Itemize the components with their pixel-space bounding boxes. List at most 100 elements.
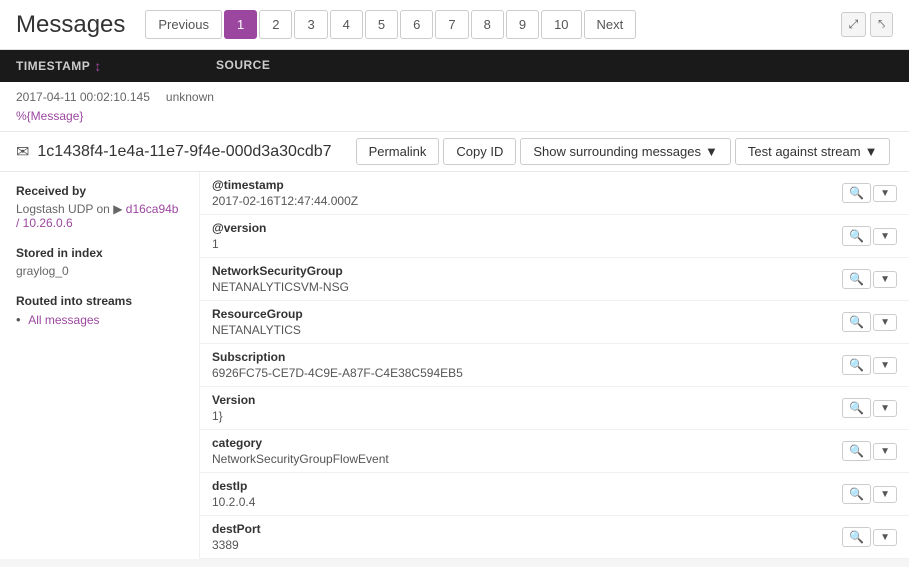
field-dropdown-button[interactable]: ▼ xyxy=(873,314,897,331)
surrounding-label: Show surrounding messages xyxy=(533,144,701,159)
field-actions: 🔍 ▼ xyxy=(842,436,897,466)
field-content: destIp 10.2.0.4 xyxy=(212,479,834,509)
pagination-page-6[interactable]: 6 xyxy=(400,10,433,39)
magnify-icon: 🔍 xyxy=(849,315,864,329)
field-dropdown-button[interactable]: ▼ xyxy=(873,443,897,460)
field-magnify-button[interactable]: 🔍 xyxy=(842,269,871,289)
field-name: destPort xyxy=(212,522,834,536)
field-content: @timestamp 2017-02-16T12:47:44.000Z xyxy=(212,178,834,208)
detail-left: Received by Logstash UDP on ▶ d16ca94b /… xyxy=(0,172,200,559)
message-detail: Received by Logstash UDP on ▶ d16ca94b /… xyxy=(0,172,909,559)
magnify-icon: 🔍 xyxy=(849,401,864,415)
sort-icon[interactable]: ↕ xyxy=(94,58,102,74)
pagination-page-3[interactable]: 3 xyxy=(294,10,327,39)
stored-title: Stored in index xyxy=(16,246,183,260)
field-row: destIp 10.2.0.4 🔍 ▼ xyxy=(200,473,909,516)
field-dropdown-button[interactable]: ▼ xyxy=(873,185,897,202)
chevron-down-icon: ▼ xyxy=(880,274,890,285)
field-value: 3389 xyxy=(212,538,834,552)
chevron-down-icon: ▼ xyxy=(880,489,890,500)
field-row: Subscription 6926FC75-CE7D-4C9E-A87F-C4E… xyxy=(200,344,909,387)
contract-icon[interactable]: ⤣ xyxy=(870,12,893,37)
field-value: 2017-02-16T12:47:44.000Z xyxy=(212,194,834,208)
field-value: 1 xyxy=(212,237,834,251)
expand-icon[interactable]: ⤢ xyxy=(841,12,867,37)
field-value: NetworkSecurityGroupFlowEvent xyxy=(212,452,834,466)
field-content: NetworkSecurityGroup NETANALYTICSVM-NSG xyxy=(212,264,834,294)
stored-section: Stored in index graylog_0 xyxy=(16,246,183,278)
field-row: Version 1} 🔍 ▼ xyxy=(200,387,909,430)
magnify-icon: 🔍 xyxy=(849,358,864,372)
envelope-icon: ✉ xyxy=(16,142,29,162)
field-actions: 🔍 ▼ xyxy=(842,178,897,208)
field-dropdown-button[interactable]: ▼ xyxy=(873,400,897,417)
message-link[interactable]: %{Message} xyxy=(16,109,83,123)
test-stream-chevron-icon: ▼ xyxy=(865,144,878,159)
field-value: 1} xyxy=(212,409,834,423)
field-actions: 🔍 ▼ xyxy=(842,264,897,294)
col-timestamp-header: Timestamp ↕ xyxy=(16,58,216,74)
detail-right: @timestamp 2017-02-16T12:47:44.000Z 🔍 ▼ … xyxy=(200,172,909,559)
field-row: category NetworkSecurityGroupFlowEvent 🔍… xyxy=(200,430,909,473)
magnify-icon: 🔍 xyxy=(849,444,864,458)
stream-item: • All messages xyxy=(16,312,183,327)
pagination-page-5[interactable]: 5 xyxy=(365,10,398,39)
test-stream-label: Test against stream xyxy=(748,144,861,159)
field-magnify-button[interactable]: 🔍 xyxy=(842,441,871,461)
permalink-button[interactable]: Permalink xyxy=(356,138,440,165)
field-name: category xyxy=(212,436,834,450)
field-value: NETANALYTICS xyxy=(212,323,834,337)
pagination-page-4[interactable]: 4 xyxy=(330,10,363,39)
magnify-icon: 🔍 xyxy=(849,487,864,501)
copy-id-button[interactable]: Copy ID xyxy=(443,138,516,165)
field-dropdown-button[interactable]: ▼ xyxy=(873,486,897,503)
test-stream-button[interactable]: Test against stream ▼ xyxy=(735,138,891,165)
pagination-next[interactable]: Next xyxy=(584,10,637,39)
pagination-page-1[interactable]: 1 xyxy=(224,10,257,39)
field-dropdown-button[interactable]: ▼ xyxy=(873,228,897,245)
bullet-icon: • xyxy=(16,312,21,327)
logstash-icon: ▶ xyxy=(113,202,122,216)
field-name: @version xyxy=(212,221,834,235)
field-row: ResourceGroup NETANALYTICS 🔍 ▼ xyxy=(200,301,909,344)
field-dropdown-button[interactable]: ▼ xyxy=(873,271,897,288)
surrounding-messages-button[interactable]: Show surrounding messages ▼ xyxy=(520,138,731,165)
chevron-down-icon: ▼ xyxy=(880,360,890,371)
field-name: Subscription xyxy=(212,350,834,364)
pagination-page-8[interactable]: 8 xyxy=(471,10,504,39)
field-content: Version 1} xyxy=(212,393,834,423)
message-actions: Permalink Copy ID Show surrounding messa… xyxy=(356,138,891,165)
pagination: Previous 1 2 3 4 5 6 7 8 9 10 Next xyxy=(145,10,636,39)
field-dropdown-button[interactable]: ▼ xyxy=(873,529,897,546)
field-magnify-button[interactable]: 🔍 xyxy=(842,183,871,203)
field-row: @timestamp 2017-02-16T12:47:44.000Z 🔍 ▼ xyxy=(200,172,909,215)
message-meta: 2017-04-11 00:02:10.145 unknown xyxy=(16,90,893,104)
field-magnify-button[interactable]: 🔍 xyxy=(842,527,871,547)
chevron-down-icon: ▼ xyxy=(880,403,890,414)
message-source: unknown xyxy=(166,90,214,104)
chevron-down-icon: ▼ xyxy=(880,317,890,328)
streams-title: Routed into streams xyxy=(16,294,183,308)
pagination-page-10[interactable]: 10 xyxy=(541,10,581,39)
pagination-page-2[interactable]: 2 xyxy=(259,10,292,39)
received-by-value: Logstash UDP on ▶ d16ca94b / 10.26.0.6 xyxy=(16,202,183,230)
message-timestamp: 2017-04-11 00:02:10.145 xyxy=(16,90,150,104)
pagination-page-7[interactable]: 7 xyxy=(435,10,468,39)
streams-list: • All messages xyxy=(16,312,183,327)
page-header: Messages Previous 1 2 3 4 5 6 7 8 9 10 N… xyxy=(0,0,909,50)
field-magnify-button[interactable]: 🔍 xyxy=(842,312,871,332)
field-name: destIp xyxy=(212,479,834,493)
chevron-down-icon: ▼ xyxy=(880,532,890,543)
field-magnify-button[interactable]: 🔍 xyxy=(842,398,871,418)
field-magnify-button[interactable]: 🔍 xyxy=(842,226,871,246)
received-by-title: Received by xyxy=(16,184,183,198)
field-magnify-button[interactable]: 🔍 xyxy=(842,355,871,375)
magnify-icon: 🔍 xyxy=(849,530,864,544)
magnify-icon: 🔍 xyxy=(849,272,864,286)
field-dropdown-button[interactable]: ▼ xyxy=(873,357,897,374)
field-magnify-button[interactable]: 🔍 xyxy=(842,484,871,504)
pagination-page-9[interactable]: 9 xyxy=(506,10,539,39)
chevron-down-icon: ▼ xyxy=(880,446,890,457)
stream-link[interactable]: All messages xyxy=(28,313,99,327)
pagination-previous[interactable]: Previous xyxy=(145,10,222,39)
